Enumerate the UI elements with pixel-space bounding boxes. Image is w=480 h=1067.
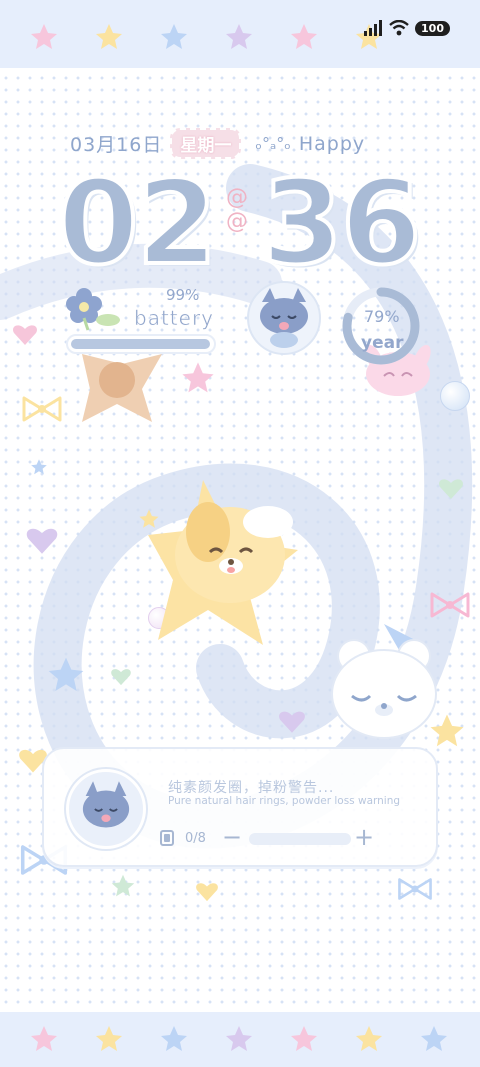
year-progress-ring[interactable] bbox=[338, 283, 424, 369]
song-subtitle: Pure natural hair rings, powder loss war… bbox=[168, 795, 401, 807]
swirl-icon: @ @ bbox=[226, 185, 248, 235]
star-icon bbox=[31, 1026, 57, 1051]
bow-icon bbox=[398, 878, 432, 900]
clock-minutes: 36 bbox=[260, 154, 423, 293]
heart-icon bbox=[279, 711, 305, 733]
weekday-badge: 星期一 bbox=[170, 128, 242, 159]
cat-avatar[interactable] bbox=[246, 280, 322, 356]
star-icon bbox=[161, 1026, 187, 1051]
star-icon bbox=[111, 874, 135, 897]
battery-progress-fill bbox=[71, 339, 210, 349]
heart-icon bbox=[111, 669, 131, 686]
battery-icon: 100 bbox=[415, 20, 450, 36]
battery-percent: 99% bbox=[166, 286, 200, 304]
star-icon bbox=[161, 24, 187, 49]
star-icon bbox=[48, 657, 84, 691]
track-counter: 0/8 bbox=[185, 831, 206, 846]
heart-icon bbox=[196, 883, 218, 902]
star-icon bbox=[226, 24, 252, 49]
star-icon bbox=[356, 1026, 382, 1051]
greeting-label: Happy bbox=[298, 132, 366, 155]
date-label: 03月16日 bbox=[70, 134, 163, 156]
song-title: 纯素颜发圈，掉粉警告... bbox=[168, 780, 335, 796]
increase-button[interactable]: + bbox=[354, 823, 374, 851]
decrease-button[interactable]: − bbox=[222, 823, 242, 851]
track-progress-bar[interactable] bbox=[249, 833, 351, 845]
puppy-mascot-icon bbox=[148, 480, 298, 645]
date-row: 03月16日 星期一 ₒ°ₐ°ₒ Happy bbox=[70, 128, 365, 159]
music-player-card[interactable]: 纯素颜发圈，掉粉警告... Pure natural hair rings, p… bbox=[42, 747, 438, 867]
star-icon bbox=[291, 24, 317, 49]
star-icon bbox=[96, 1026, 122, 1051]
star-icon bbox=[421, 1026, 447, 1051]
battery-progress-bar bbox=[66, 334, 216, 354]
emoticon-label: ₒ°ₐ°ₒ bbox=[255, 134, 291, 153]
star-icon bbox=[226, 1026, 252, 1051]
flower-icon bbox=[66, 288, 120, 331]
heart-icon bbox=[13, 325, 37, 345]
star-icon bbox=[31, 24, 57, 49]
bear-mascot-icon bbox=[331, 624, 437, 739]
status-bar: 100 bbox=[363, 20, 450, 36]
clock-hours: 02 bbox=[56, 154, 219, 293]
star-icon bbox=[291, 1026, 317, 1051]
bow-icon bbox=[22, 396, 62, 422]
heart-icon bbox=[439, 479, 463, 499]
bow-icon bbox=[430, 592, 470, 618]
battery-widget[interactable]: 99% battery bbox=[60, 284, 220, 358]
track-icon bbox=[160, 830, 174, 846]
star-icon bbox=[96, 24, 122, 49]
year-label: year bbox=[361, 333, 404, 353]
bottom-star-band bbox=[0, 1012, 480, 1067]
bubble-icon bbox=[440, 381, 470, 411]
signal-icon bbox=[364, 20, 383, 36]
battery-label: battery bbox=[134, 306, 214, 331]
star-icon bbox=[182, 362, 214, 393]
star-icon bbox=[31, 459, 47, 475]
wifi-icon bbox=[389, 20, 409, 36]
year-percent: 79% bbox=[364, 307, 400, 326]
album-cover-cat-icon[interactable] bbox=[66, 769, 146, 849]
heart-icon bbox=[26, 528, 58, 554]
